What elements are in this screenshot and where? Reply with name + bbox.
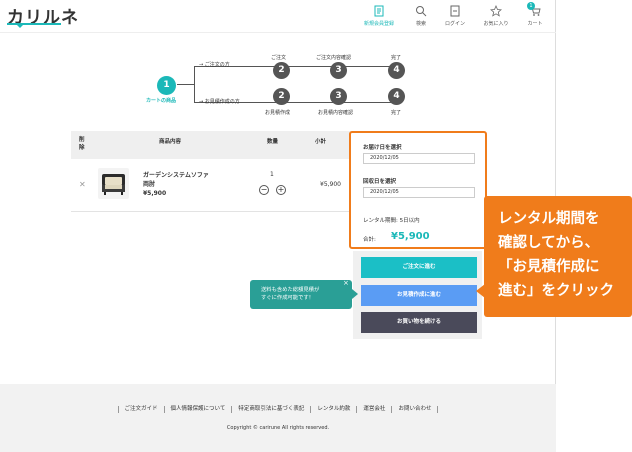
delivery-date-label: お届け日を選択 xyxy=(363,145,402,151)
total-label: 合計: xyxy=(363,237,376,243)
step-top-4-label: 完了 xyxy=(391,55,402,61)
instruction-callout: レンタル期間を 確認してから、 「お見積作成に 進む」をクリック xyxy=(484,196,632,317)
cart-count-badge: 1 xyxy=(527,2,535,10)
row-divider xyxy=(71,211,353,212)
footer-link-guide[interactable]: ご注文ガイド xyxy=(117,406,164,413)
step-top-2-label: ご注文 xyxy=(271,55,287,61)
footer-link-commerce-law[interactable]: 特定商取引法に基づく表記 xyxy=(231,406,310,413)
step-bottom-3: 3 xyxy=(330,88,347,105)
quantity-value: 1 xyxy=(270,171,274,178)
nav-cart[interactable]: カート xyxy=(513,5,557,27)
quantity-minus-button[interactable]: − xyxy=(259,185,269,195)
header-subtotal: 小計 xyxy=(315,139,327,145)
footer-links: ご注文ガイド 個人情報保護について 特定商取引法に基づく表記 レンタル約款 運営会社 お問… xyxy=(0,406,556,413)
pickup-date-label: 回収日を選択 xyxy=(363,179,397,185)
cart-table-header: 削 除 商品内容 数量 小計 xyxy=(71,131,353,159)
header-quantity: 数量 xyxy=(267,139,279,145)
product-name[interactable]: ガーデンシステムソファ 両肘 xyxy=(143,171,209,189)
flow-branch-line xyxy=(194,66,195,102)
footer-link-contact[interactable]: お問い合わせ xyxy=(391,406,439,413)
nav-favorites[interactable]: お気に入り xyxy=(474,5,518,27)
tooltip-arrow xyxy=(352,289,358,299)
continue-shopping-button[interactable]: お買い物を続ける xyxy=(361,312,477,333)
delivery-date-field[interactable]: 2020/12/05 xyxy=(363,153,475,164)
search-icon xyxy=(416,6,427,17)
proceed-to-order-button[interactable]: ご注文に進む xyxy=(361,257,477,278)
footer-link-terms[interactable]: レンタル約款 xyxy=(310,406,356,413)
nav-label: カート xyxy=(527,21,543,27)
step-bottom-2-label: お見積作成 xyxy=(265,110,291,116)
pickup-date-field[interactable]: 2020/12/05 xyxy=(363,187,475,198)
register-icon xyxy=(374,5,384,17)
step-top-2: 2 xyxy=(273,62,290,79)
flow-order-branch: → ご注文の方 xyxy=(199,62,230,68)
nav-label: ログイン xyxy=(444,21,465,27)
product-price: ¥5,900 xyxy=(143,190,167,197)
step-top-3-label: ご注文内容確認 xyxy=(316,55,352,61)
logo-tail xyxy=(16,24,24,28)
rental-period-text: レンタル期間: 5日以内 xyxy=(363,218,420,224)
step-bottom-3-label: お見積内容確認 xyxy=(318,110,354,116)
login-icon xyxy=(450,5,460,17)
estimate-tooltip: 送料も含めた総額見積が すぐに作成可能です！ xyxy=(250,280,352,309)
flow-line xyxy=(177,84,194,85)
step-bottom-4-label: 完了 xyxy=(391,110,402,116)
nav-label: お気に入り xyxy=(483,21,509,27)
footer-link-company[interactable]: 運営会社 xyxy=(356,406,391,413)
step-1-label: カートの商品 xyxy=(146,98,177,104)
proceed-to-estimate-button[interactable]: お見積作成に進む xyxy=(361,285,477,306)
nav-label: 検索 xyxy=(415,21,426,27)
step-bottom-4: 4 xyxy=(388,88,405,105)
star-icon xyxy=(490,5,502,17)
site-footer: ご注文ガイド 個人情報保護について 特定商取引法に基づく表記 レンタル約款 運営会社 お問… xyxy=(0,384,556,452)
nav-label: 新規会員登録 xyxy=(363,21,394,27)
delete-item-icon[interactable]: ✕ xyxy=(79,180,86,189)
copyright: Copyright © carirune All rights reserved… xyxy=(226,425,330,431)
flow-estimate-branch: → お見積作成の方 xyxy=(199,99,240,105)
header-product: 商品内容 xyxy=(159,139,182,145)
tooltip-close-icon[interactable]: × xyxy=(343,279,349,287)
header-delete: 削 除 xyxy=(79,137,85,151)
step-top-3: 3 xyxy=(330,62,347,79)
nav-login[interactable]: ログイン xyxy=(433,5,477,27)
step-top-4: 4 xyxy=(388,62,405,79)
step-bottom-2: 2 xyxy=(273,88,290,105)
nav-register[interactable]: 新規会員登録 xyxy=(357,5,401,27)
quantity-plus-button[interactable]: + xyxy=(276,185,286,195)
step-1-cart: 1 xyxy=(157,76,176,95)
product-image[interactable] xyxy=(98,168,129,199)
header-divider xyxy=(0,32,556,33)
item-subtotal: ¥5,900 xyxy=(320,181,341,188)
rental-summary-panel: お届け日を選択 2020/12/05 回収日を選択 2020/12/05 レンタ… xyxy=(349,131,487,249)
total-value: ¥5,900 xyxy=(391,231,430,242)
footer-link-privacy[interactable]: 個人情報保護について xyxy=(163,406,232,413)
